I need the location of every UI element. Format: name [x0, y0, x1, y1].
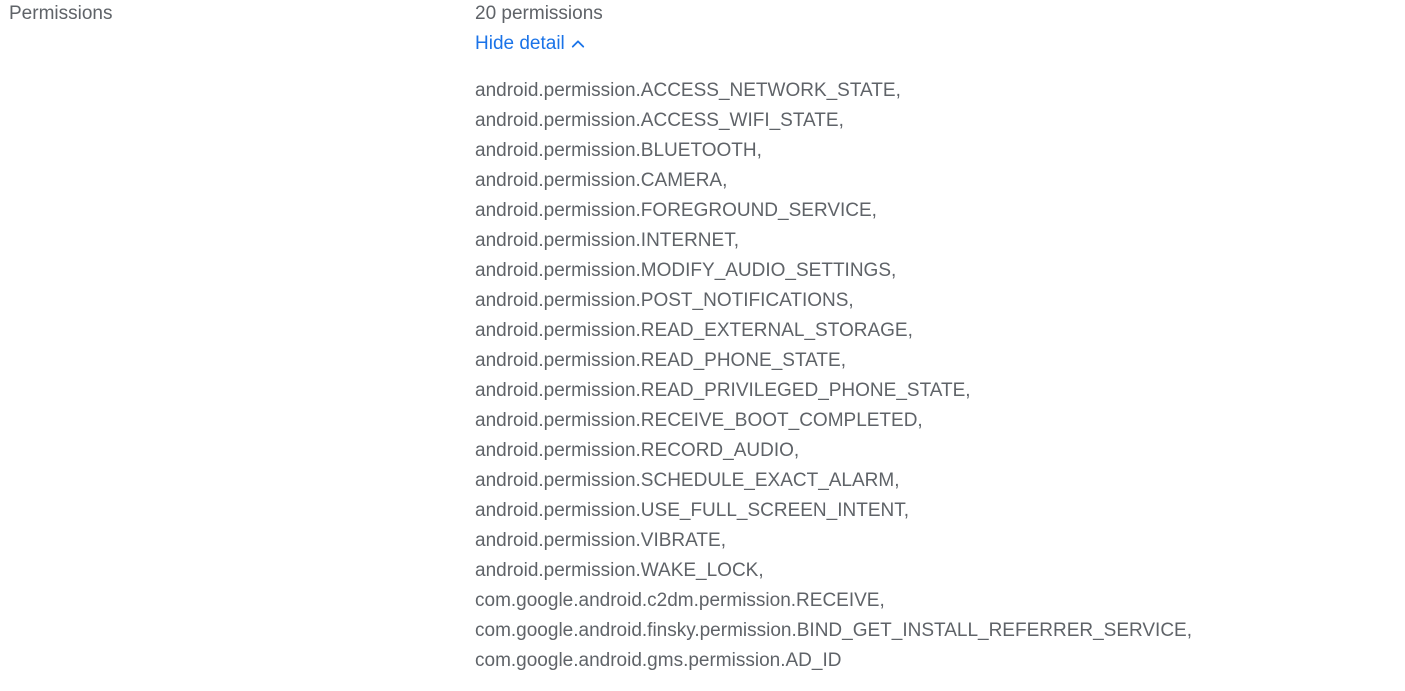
- permission-item: android.permission.BLUETOOTH,: [475, 140, 762, 161]
- permission-item: android.permission.READ_EXTERNAL_STORAGE…: [475, 320, 913, 341]
- permission-item: android.permission.MODIFY_AUDIO_SETTINGS…: [475, 260, 897, 281]
- permission-item: android.permission.RECEIVE_BOOT_COMPLETE…: [475, 410, 923, 431]
- permission-item: android.permission.SCHEDULE_EXACT_ALARM,: [475, 470, 900, 491]
- permission-item: android.permission.ACCESS_NETWORK_STATE,: [475, 80, 901, 101]
- permissions-count: 20 permissions: [475, 3, 603, 24]
- hide-detail-button[interactable]: Hide detail: [475, 32, 587, 56]
- permission-item: android.permission.ACCESS_WIFI_STATE,: [475, 110, 844, 131]
- chevron-up-icon: [571, 40, 584, 48]
- permission-item: android.permission.POST_NOTIFICATIONS,: [475, 290, 854, 311]
- permission-item: android.permission.VIBRATE,: [475, 530, 726, 551]
- permission-item: android.permission.WAKE_LOCK,: [475, 560, 764, 581]
- permission-item: android.permission.INTERNET,: [475, 230, 739, 251]
- permissions-label: Permissions: [9, 3, 113, 24]
- permissions-list: android.permission.ACCESS_NETWORK_STATE,…: [475, 76, 1375, 676]
- permissions-value: 20 permissions Hide detail android.permi…: [475, 2, 1375, 676]
- permission-item: android.permission.READ_PRIVILEGED_PHONE…: [475, 380, 971, 401]
- permission-item: android.permission.USE_FULL_SCREEN_INTEN…: [475, 500, 909, 521]
- hide-detail-label: Hide detail: [475, 33, 565, 54]
- permission-item: android.permission.CAMERA,: [475, 170, 728, 191]
- permission-item: com.google.android.gms.permission.AD_ID: [475, 650, 842, 671]
- permission-item: com.google.android.c2dm.permission.RECEI…: [475, 590, 885, 611]
- permission-item: android.permission.READ_PHONE_STATE,: [475, 350, 846, 371]
- permission-item: android.permission.FOREGROUND_SERVICE,: [475, 200, 877, 221]
- permission-item: android.permission.RECORD_AUDIO,: [475, 440, 800, 461]
- permission-item: com.google.android.finsky.permission.BIN…: [475, 620, 1192, 641]
